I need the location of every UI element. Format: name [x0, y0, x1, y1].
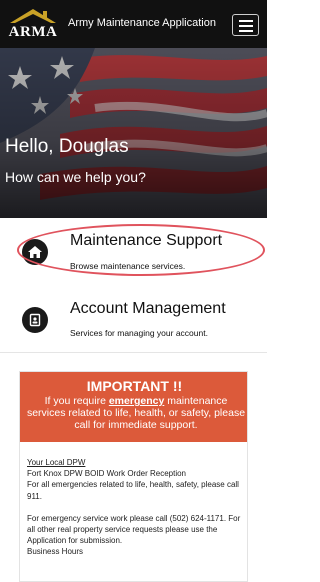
emergency-message: If you require emergency maintenance ser… — [26, 395, 246, 431]
highlight-oval-annotation — [17, 224, 265, 276]
logo-text: ARMA — [8, 24, 58, 40]
hamburger-menu-icon-bar — [239, 30, 253, 32]
emergency-link[interactable]: emergency — [109, 395, 164, 407]
hamburger-menu-icon-bar — [239, 25, 253, 27]
account-management-title: Account Management — [70, 300, 226, 317]
hero-subtitle: How can we help you? — [5, 169, 146, 185]
account-badge-icon — [22, 307, 48, 333]
important-title: IMPORTANT !! — [86, 378, 183, 394]
account-management-item[interactable]: Account Management Services for managing… — [0, 297, 267, 343]
hero-banner: Hello, Douglas How can we help you? — [0, 48, 267, 218]
dpw-contact-info: Your Local DPW Fort Knox DPW BOID Work O… — [27, 457, 245, 558]
arma-logo[interactable]: ARMA — [6, 6, 60, 42]
greeting-text: Hello, Douglas — [5, 136, 129, 157]
divider — [0, 352, 267, 353]
top-navigation-bar: ARMA Army Maintenance Application — [0, 0, 267, 48]
account-management-subtitle: Services for managing your account. — [70, 328, 208, 338]
emergency-message-start: If you require — [44, 395, 109, 407]
service-request-paragraph: For emergency service work please call (… — [27, 513, 241, 546]
emergency-911-line: For all emergencies related to life, hea… — [27, 480, 239, 501]
important-header: IMPORTANT !! If you require emergency ma… — [20, 372, 247, 442]
hamburger-menu-icon — [239, 20, 253, 22]
important-notice-card: IMPORTANT !! If you require emergency ma… — [19, 371, 248, 582]
local-dpw-link[interactable]: Your Local DPW — [27, 457, 245, 468]
american-flag-background-image — [0, 48, 267, 218]
dpw-reception-line: Fort Knox DPW BOID Work Order Reception — [27, 469, 187, 479]
app-title: Army Maintenance Application — [68, 17, 216, 29]
hamburger-menu-button[interactable] — [232, 14, 259, 36]
business-hours-label: Business Hours — [27, 547, 84, 557]
